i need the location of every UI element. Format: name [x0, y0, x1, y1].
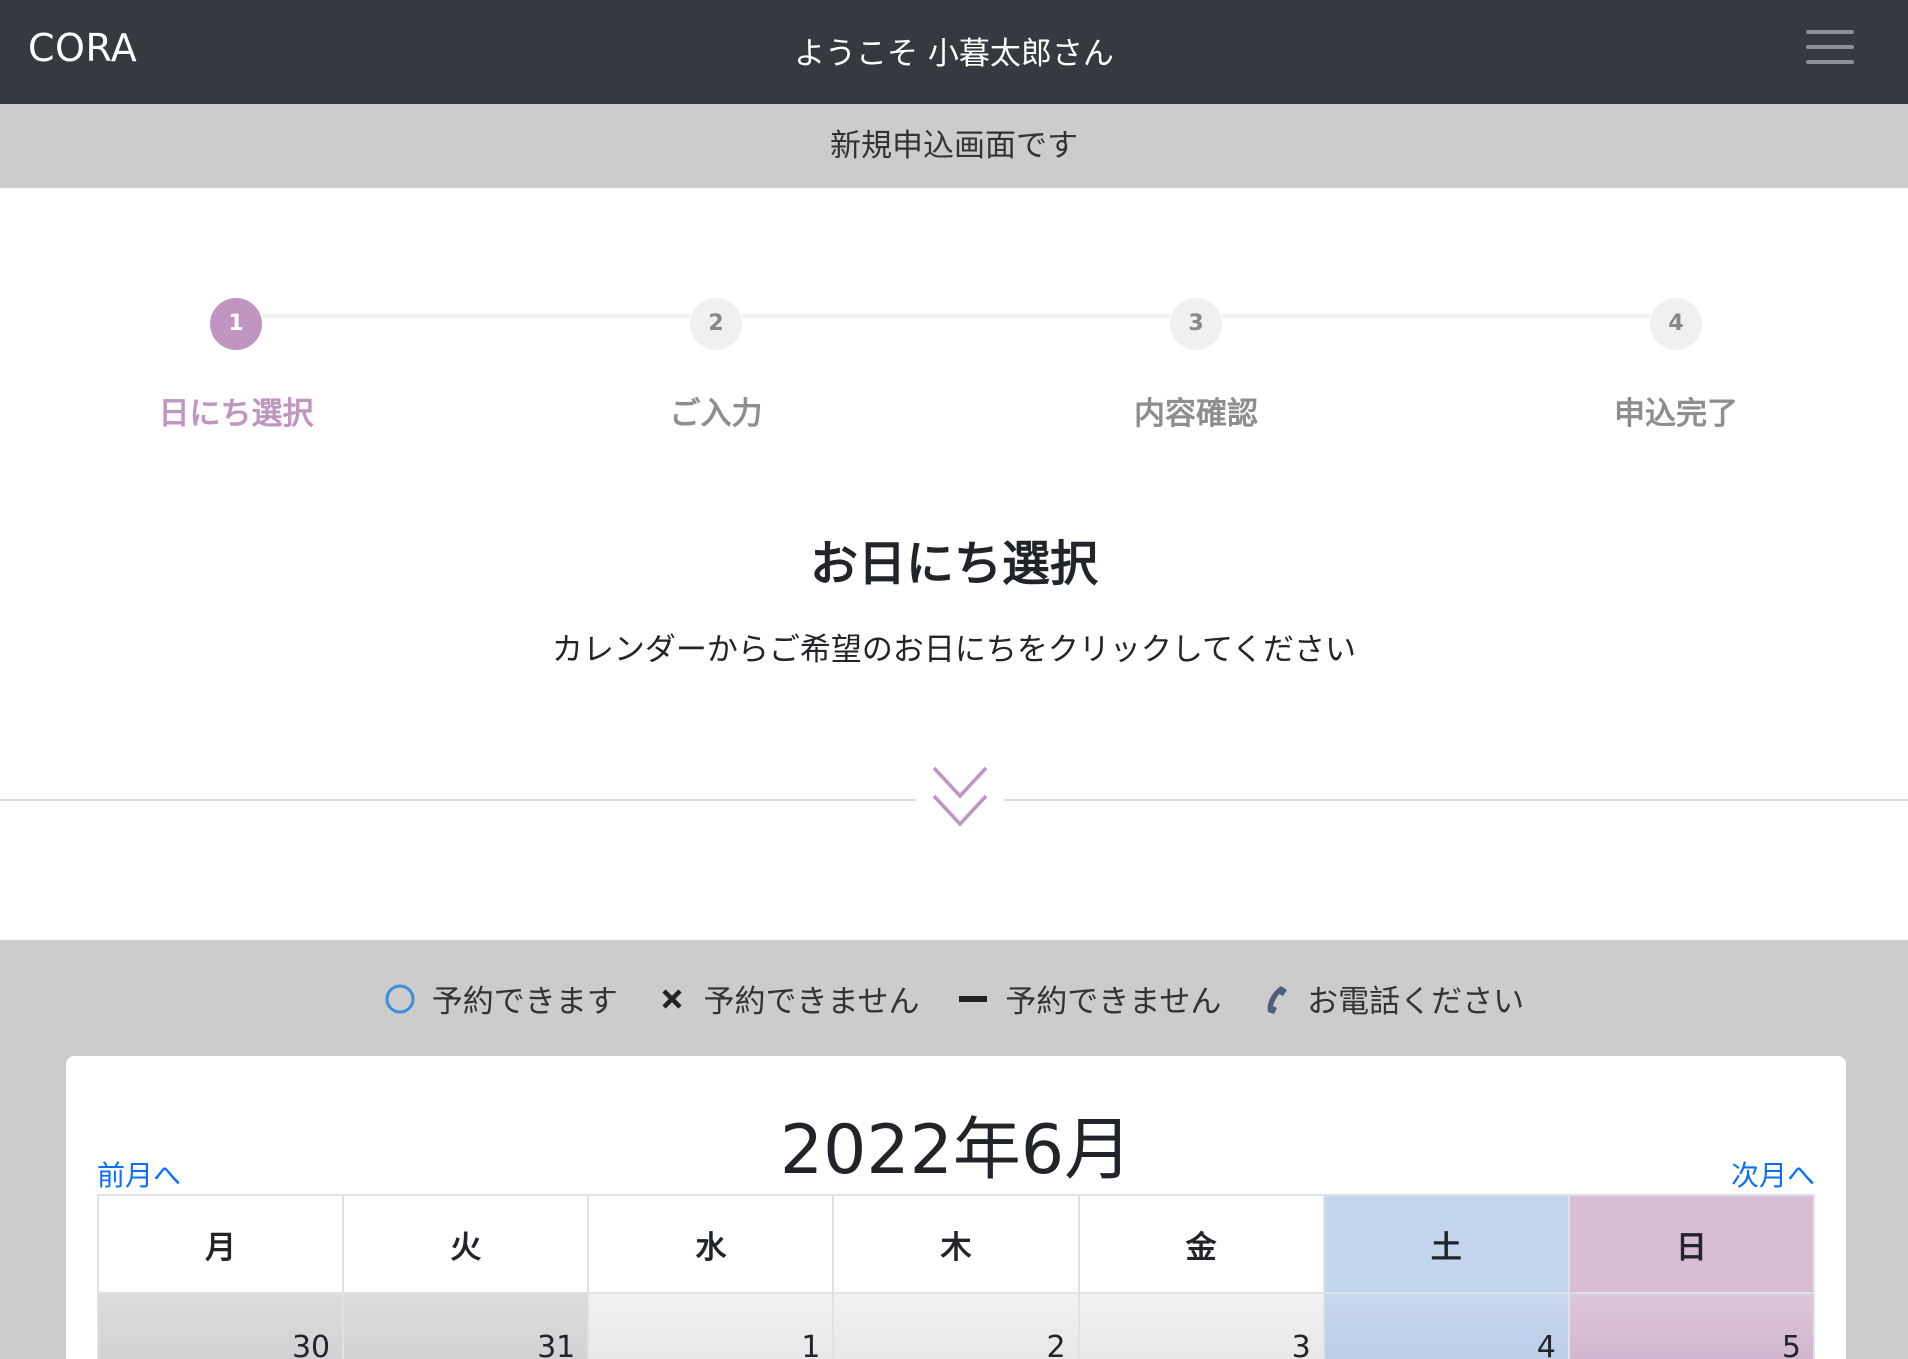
step-label: 申込完了 [1614, 396, 1738, 432]
calendar-day-cell[interactable]: 1 [587, 1292, 835, 1359]
calendar-day-cell[interactable]: 3 [1077, 1292, 1325, 1359]
step-number: 4 [1650, 298, 1702, 350]
legend-unavailable: 予約できません [656, 976, 920, 1021]
legend-label: 予約できます [431, 984, 618, 1020]
instruction-text: カレンダーからご希望のお日にちをクリックしてください [551, 632, 1357, 668]
legend-label: お電話ください [1307, 984, 1525, 1020]
weekday-header: 木 [832, 1194, 1080, 1294]
step-number: 2 [690, 298, 742, 350]
top-navbar: CORA ようこそ 小暮太郎さん [0, 0, 1908, 104]
phone-icon [1267, 985, 1288, 1014]
next-month-link[interactable]: 次月へ [1731, 1154, 1815, 1194]
circle-icon [385, 984, 415, 1013]
step-label: ご入力 [669, 396, 763, 432]
cross-icon [662, 988, 682, 1009]
weekday-header-sunday: 日 [1567, 1194, 1816, 1294]
step-complete: 4 申込完了 [1556, 298, 1796, 433]
step-date-selection: 1 日にち選択 [116, 298, 356, 433]
subheader-text: 新規申込画面です [830, 128, 1078, 164]
prev-month-link[interactable]: 前月へ [97, 1154, 181, 1194]
double-chevron-down-icon [916, 760, 1004, 834]
calendar-day-cell-saturday[interactable]: 4 [1322, 1292, 1570, 1359]
step-label: 日にち選択 [158, 396, 314, 432]
weekday-header: 月 [96, 1194, 345, 1294]
step-number: 1 [210, 298, 262, 350]
step-number: 3 [1170, 298, 1222, 350]
calendar-card: 2022年6月 前月へ 次月へ 月 火 水 木 金 土 日 30 31 1 2 … [66, 1056, 1846, 1359]
legend-closed: 予約できません [957, 976, 1221, 1021]
calendar-day-cell: 30 [96, 1292, 345, 1359]
legend-label: 予約できません [1005, 984, 1222, 1020]
weekday-header-saturday: 土 [1322, 1194, 1570, 1294]
calendar-week-row: 30 31 1 2 3 4 5 [96, 1292, 1816, 1359]
dash-icon [959, 995, 988, 1002]
weekday-header: 金 [1077, 1194, 1325, 1294]
step-confirm: 3 内容確認 [1076, 298, 1316, 433]
page-subheader: 新規申込画面です [0, 104, 1908, 188]
calendar-day-cell-sunday[interactable]: 5 [1567, 1292, 1816, 1359]
weekday-header-row: 月 火 水 木 金 土 日 [96, 1194, 1816, 1294]
availability-legend: 予約できます 予約できません 予約できません お電話ください [0, 976, 1908, 1021]
legend-phone: お電話ください [1259, 976, 1524, 1021]
welcome-message: ようこそ 小暮太郎さん [794, 36, 1114, 72]
step-label: 内容確認 [1134, 396, 1258, 432]
weekday-header: 水 [587, 1194, 835, 1294]
legend-available: 予約できます [384, 976, 618, 1021]
calendar-section: 予約できます 予約できません 予約できません お電話ください 2022年6月 前… [0, 940, 1908, 1359]
calendar-month-title: 2022年6月 [779, 1111, 1133, 1190]
hamburger-menu-icon[interactable] [1798, 24, 1856, 70]
step-input: 2 ご入力 [596, 298, 836, 433]
calendar-grid: 月 火 水 木 金 土 日 30 31 1 2 3 4 5 [96, 1194, 1816, 1359]
section-title: お日にち選択 [809, 536, 1098, 592]
weekday-header: 火 [342, 1194, 590, 1294]
calendar-day-cell[interactable]: 2 [832, 1292, 1080, 1359]
legend-label: 予約できません [703, 984, 920, 1020]
calendar-day-cell: 31 [342, 1292, 590, 1359]
